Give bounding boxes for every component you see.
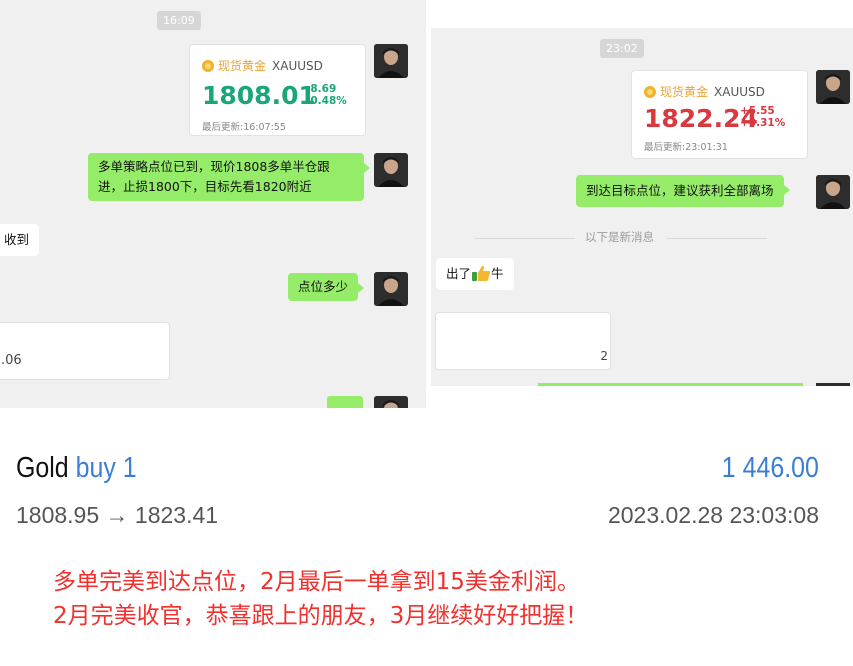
quote-card[interactable]: 现货黄金 XAUUSD 1822.24 +5.55 +0.31% 最后更新:23:… <box>631 70 808 159</box>
message-text: 出了 <box>446 266 472 281</box>
caption-line: 多单完美到达点位，2月最后一单拿到15美金利润。 <box>53 569 580 595</box>
message-bubble-received[interactable]: 收到 <box>0 224 40 256</box>
quote-change: +5.55 +0.31% <box>740 105 785 129</box>
avatar[interactable] <box>374 44 408 78</box>
avatar[interactable] <box>816 70 850 104</box>
avatar[interactable] <box>374 272 408 306</box>
quote-card-header: 现货黄金 XAUUSD <box>644 83 765 100</box>
trade-datetime: 2023.02.28 23:03:08 <box>607 502 819 528</box>
thumbs-up-icon <box>472 265 491 281</box>
quote-name: 现货黄金 <box>218 59 267 73</box>
partial-card-text: 2 <box>600 349 608 363</box>
quote-change-value: -8.69 <box>306 83 337 95</box>
avatar[interactable] <box>816 383 850 386</box>
quote-change-percent: +0.31% <box>740 117 786 129</box>
quote-symbol: XAUUSD <box>272 59 323 73</box>
avatar[interactable] <box>374 153 408 187</box>
avatar[interactable] <box>816 175 850 209</box>
message-bubble-sent[interactable] <box>538 383 803 386</box>
quote-change-value: +5.55 <box>740 105 775 117</box>
divider-line <box>667 238 767 239</box>
trade-title: Gold buy 1 <box>16 452 137 485</box>
message-bubble-sent[interactable]: 点位多少 <box>288 273 365 301</box>
message-text: 牛 <box>491 266 504 281</box>
chat-panel-left: 16:09 现货黄金 XAUUSD 1808.01 -8.69 -0.48% 最后… <box>0 0 426 408</box>
partial-card-text: .06 <box>1 353 22 368</box>
gold-coin-icon <box>202 60 214 72</box>
quote-card-header: 现货黄金 XAUUSD <box>202 57 323 74</box>
divider-line <box>475 238 575 239</box>
quote-updated-time: 最后更新:16:07:55 <box>202 122 286 133</box>
quote-name: 现货黄金 <box>660 85 709 99</box>
message-bubble-sent[interactable]: 多单策略点位已到，现价1808多单半仓跟进，止损1800下，目标先看1820附近 <box>88 153 370 201</box>
new-messages-divider: 以下是新消息 <box>585 230 654 244</box>
trade-open-close-prices: 1808.95 → 1823.41 <box>16 502 219 528</box>
message-bubble-sent[interactable]: 到达目标点位，建议获利全部离场 <box>576 175 790 207</box>
quote-updated-time: 最后更新:23:01:31 <box>644 142 728 153</box>
quote-change: -8.69 -0.48% <box>306 83 347 107</box>
message-bubble-received[interactable]: 出了 牛 <box>436 258 514 290</box>
gold-coin-icon <box>644 86 656 98</box>
quote-card[interactable]: 现货黄金 XAUUSD 1808.01 -8.69 -0.48% 最后更新:16:… <box>189 44 366 136</box>
quote-change-percent: -0.48% <box>306 95 347 107</box>
partial-message-card[interactable]: 2 <box>435 312 611 370</box>
message-timestamp: 16:09 <box>157 11 201 30</box>
trade-instrument: Gold <box>16 452 69 484</box>
message-timestamp: 23:02 <box>600 39 644 58</box>
chat-panel-right: 23:02 现货黄金 XAUUSD 1822.24 +5.55 +0.31% 最后… <box>431 28 853 386</box>
trade-profit-amount: 1 446.00 <box>721 452 819 484</box>
trade-direction: buy 1 <box>75 452 137 484</box>
quote-symbol: XAUUSD <box>714 85 765 99</box>
caption-line: 2月完美收官，恭喜跟上的朋友，3月继续好好把握！ <box>53 603 589 629</box>
message-bubble-sent[interactable] <box>327 396 363 408</box>
partial-message-card[interactable]: .06 <box>0 322 170 380</box>
avatar[interactable] <box>374 396 408 408</box>
quote-price: 1808.01 <box>202 81 316 110</box>
